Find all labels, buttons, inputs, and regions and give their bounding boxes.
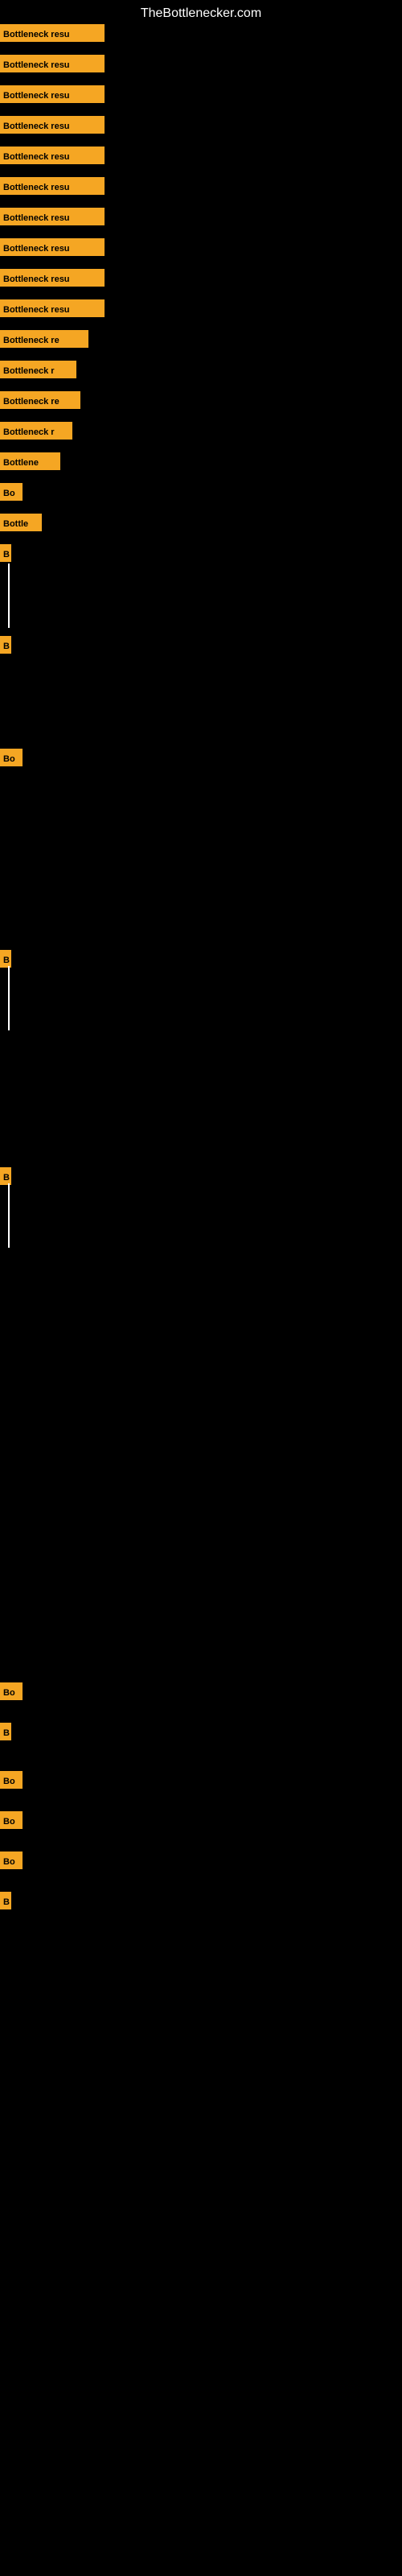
bottleneck-bar-1[interactable]: Bottleneck resu xyxy=(0,55,105,72)
bottleneck-bar-3[interactable]: Bottleneck resu xyxy=(0,116,105,134)
bottleneck-bar-16[interactable]: Bottle xyxy=(0,514,42,531)
site-title: TheBottlenecker.com xyxy=(0,0,402,27)
bottleneck-bar-24[interactable]: Bo xyxy=(0,1771,23,1789)
bottleneck-bar-22[interactable]: Bo xyxy=(0,1682,23,1700)
vertical-line-0 xyxy=(8,564,10,628)
bottleneck-bar-4[interactable]: Bottleneck resu xyxy=(0,147,105,164)
bottleneck-bar-12[interactable]: Bottleneck re xyxy=(0,391,80,409)
bottleneck-bar-17[interactable]: B xyxy=(0,544,11,562)
vertical-line-2 xyxy=(8,1183,10,1248)
vertical-line-1 xyxy=(8,966,10,1030)
bottleneck-bar-14[interactable]: Bottlene xyxy=(0,452,60,470)
bottleneck-bar-23[interactable]: B xyxy=(0,1723,11,1740)
bottleneck-bar-13[interactable]: Bottleneck r xyxy=(0,422,72,440)
bottleneck-bar-20[interactable]: B xyxy=(0,950,11,968)
bottleneck-bar-26[interactable]: Bo xyxy=(0,1852,23,1869)
bottleneck-bar-27[interactable]: B xyxy=(0,1892,11,1909)
bottleneck-bar-25[interactable]: Bo xyxy=(0,1811,23,1829)
bottleneck-bar-6[interactable]: Bottleneck resu xyxy=(0,208,105,225)
bottleneck-bar-10[interactable]: Bottleneck re xyxy=(0,330,88,348)
bottleneck-bar-0[interactable]: Bottleneck resu xyxy=(0,24,105,42)
bottleneck-bar-5[interactable]: Bottleneck resu xyxy=(0,177,105,195)
bottleneck-bar-7[interactable]: Bottleneck resu xyxy=(0,238,105,256)
bottleneck-bar-11[interactable]: Bottleneck r xyxy=(0,361,76,378)
bottleneck-bar-21[interactable]: B xyxy=(0,1167,11,1185)
bottleneck-bar-9[interactable]: Bottleneck resu xyxy=(0,299,105,317)
bottleneck-bar-18[interactable]: B xyxy=(0,636,11,654)
bottleneck-bar-8[interactable]: Bottleneck resu xyxy=(0,269,105,287)
bottleneck-bar-19[interactable]: Bo xyxy=(0,749,23,766)
bottleneck-bar-2[interactable]: Bottleneck resu xyxy=(0,85,105,103)
bottleneck-bar-15[interactable]: Bo xyxy=(0,483,23,501)
